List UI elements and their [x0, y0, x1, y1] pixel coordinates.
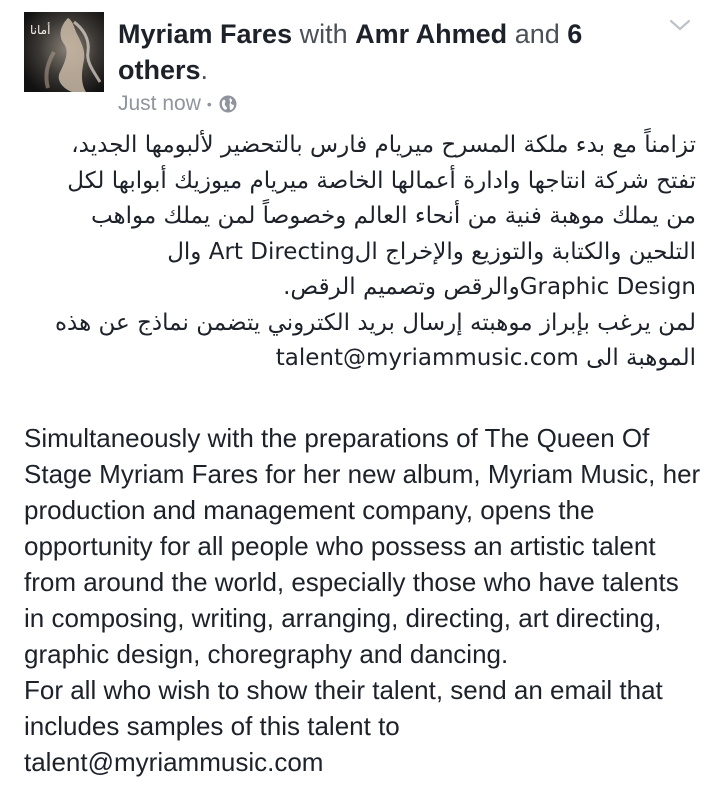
arabic-line: تزامناً مع بدء ملكة المسرح ميريام فارس ب… — [71, 132, 696, 158]
arabic-line: لمن يرغب بإبراز موهبته إرسال بريد الكترو… — [54, 309, 696, 336]
arabic-line: تفتح شركة انتاجها وادارة أعمالها الخاصة … — [67, 167, 696, 194]
tagged-name[interactable]: Amr Ahmed — [355, 19, 507, 49]
arabic-line: التلحين والكتابة والتوزيع والإخراج الArt… — [167, 238, 696, 265]
english-text: Simultaneously with the preparations of … — [24, 420, 704, 780]
timestamp[interactable]: Just now — [118, 90, 201, 118]
post-meta: Just now • — [118, 90, 638, 118]
globe-icon[interactable] — [218, 94, 238, 114]
english-paragraph: Simultaneously with the preparations of … — [24, 423, 701, 669]
others-word: others — [118, 55, 201, 85]
header-title: Myriam Fares with Amr Ahmed and 6 others… — [118, 16, 638, 88]
with-text: with — [299, 19, 348, 49]
others-count: 6 — [567, 19, 583, 49]
arabic-line: من يملك موهبة فنية من أنحاء العالم وخصوص… — [90, 203, 696, 229]
arabic-line: Graphic Designوالرقص وتصميم الرقص. — [283, 274, 696, 300]
arabic-line: الموهبة الى talent@myriammusic.com — [275, 345, 696, 371]
end-punct: . — [200, 55, 209, 85]
post-header: Myriam Fares with Amr Ahmed and 6 others… — [118, 16, 638, 118]
arabic-text: تزامناً مع بدء ملكة المسرح ميريام فارس ب… — [24, 128, 696, 377]
avatar-caption: أمانا — [30, 22, 50, 37]
facebook-post: أمانا Myriam Fares with Amr Ahmed and 6 … — [0, 0, 720, 811]
english-paragraph-2: For all who wish to show their talent, s… — [24, 675, 663, 777]
and-text: and — [514, 19, 560, 49]
meta-separator: • — [206, 96, 212, 112]
author-name[interactable]: Myriam Fares — [118, 19, 292, 49]
chevron-down-icon[interactable] — [668, 16, 692, 34]
avatar[interactable]: أمانا — [24, 12, 104, 92]
